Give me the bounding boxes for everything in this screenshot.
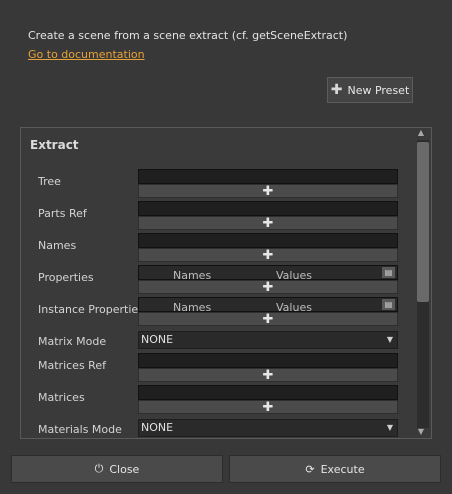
- properties-col-values: Values: [276, 269, 312, 280]
- section-title: Extract: [30, 138, 79, 152]
- instance-properties-col-names: Names: [173, 301, 212, 312]
- scrollbar-thumb[interactable]: [417, 142, 429, 302]
- execute-label: Execute: [320, 462, 365, 476]
- close-button[interactable]: ⏻ Close: [11, 455, 223, 483]
- plus-icon: ✚: [262, 279, 274, 295]
- plus-icon: ✚: [330, 82, 343, 98]
- extract-panel: Extract Tree ✚ Parts Ref ✚ Names ✚ Prope…: [20, 127, 432, 439]
- chevron-down-icon: ▼: [386, 423, 393, 432]
- matrices-ref-add-button[interactable]: ✚: [138, 368, 398, 382]
- matrix-mode-value: NONE: [141, 333, 174, 346]
- properties-label: Properties: [38, 271, 94, 284]
- plus-icon: ✚: [262, 215, 274, 231]
- parts-ref-field[interactable]: [138, 201, 398, 216]
- matrices-field[interactable]: [138, 385, 398, 400]
- parts-ref-add-button[interactable]: ✚: [138, 216, 398, 230]
- scroll-down-arrow[interactable]: ▼: [415, 427, 427, 437]
- matrix-mode-select[interactable]: NONE ▼: [138, 331, 398, 349]
- tool-description: Create a scene from a scene extract (cf.…: [28, 29, 348, 42]
- close-label: Close: [109, 462, 140, 476]
- matrices-ref-field[interactable]: [138, 353, 398, 368]
- documentation-link[interactable]: Go to documentation: [28, 48, 145, 61]
- matrices-label: Matrices: [38, 391, 85, 404]
- tree-label: Tree: [38, 175, 61, 188]
- plus-icon: ✚: [262, 247, 274, 263]
- materials-mode-value: NONE: [141, 421, 174, 434]
- table-menu-icon[interactable]: ▤: [382, 299, 395, 310]
- scroll-up-arrow[interactable]: ▲: [415, 128, 427, 138]
- properties-add-button[interactable]: ✚: [138, 280, 398, 294]
- materials-mode-label: Materials Mode: [38, 423, 122, 436]
- table-menu-icon[interactable]: ▤: [382, 267, 395, 278]
- plus-icon: ✚: [262, 367, 274, 383]
- refresh-icon: ⟳: [305, 462, 315, 476]
- tree-field[interactable]: [138, 169, 398, 184]
- plus-icon: ✚: [262, 183, 274, 199]
- chevron-down-icon: ▼: [386, 335, 393, 344]
- names-add-button[interactable]: ✚: [138, 248, 398, 262]
- new-preset-button[interactable]: ✚ New Preset: [327, 77, 413, 103]
- instance-properties-label: Instance Properties: [38, 303, 144, 316]
- tree-add-button[interactable]: ✚: [138, 184, 398, 198]
- instance-properties-table: Names Values ▤: [138, 297, 398, 312]
- properties-table: Names Values ▤: [138, 265, 398, 280]
- plus-icon: ✚: [262, 311, 274, 327]
- names-field[interactable]: [138, 233, 398, 248]
- properties-col-names: Names: [173, 269, 212, 280]
- parts-ref-label: Parts Ref: [38, 207, 87, 220]
- new-preset-label: New Preset: [347, 83, 410, 97]
- power-icon: ⏻: [94, 462, 104, 475]
- matrix-mode-label: Matrix Mode: [38, 335, 107, 348]
- instance-properties-add-button[interactable]: ✚: [138, 312, 398, 326]
- execute-button[interactable]: ⟳ Execute: [229, 455, 441, 483]
- plus-icon: ✚: [262, 399, 274, 415]
- matrices-add-button[interactable]: ✚: [138, 400, 398, 414]
- materials-mode-select[interactable]: NONE ▼: [138, 419, 398, 437]
- names-label: Names: [38, 239, 77, 252]
- matrices-ref-label: Matrices Ref: [38, 359, 106, 372]
- instance-properties-col-values: Values: [276, 301, 312, 312]
